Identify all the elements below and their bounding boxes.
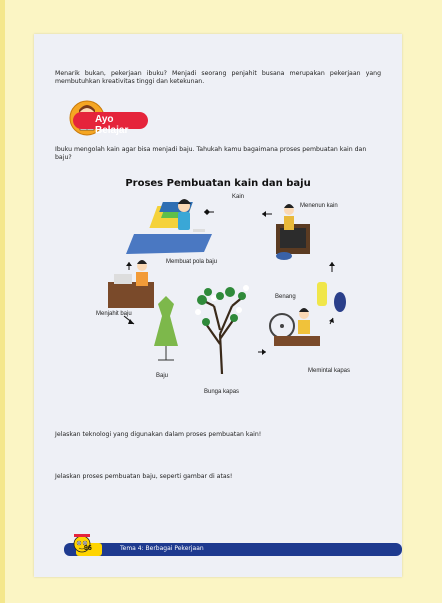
label-menjahit: Menjahit baju <box>96 311 132 317</box>
footer-bar <box>64 543 402 556</box>
label-benang: Benang <box>275 294 296 300</box>
label-bunga-kapas: Bunga kapas <box>204 389 240 395</box>
label-kain: Kain <box>232 194 245 200</box>
dress-illustration <box>154 296 178 361</box>
yarn-illustration <box>317 282 346 312</box>
cotton-tree-illustration <box>195 285 249 375</box>
exercise-question-2: Jelaskan proses pembuatan baju, seperti … <box>55 473 233 480</box>
exercise-question-1: Jelaskan teknologi yang digunakan dalam … <box>55 431 262 438</box>
footer-theme: Tema 4: Berbagai Pekerjaan <box>120 545 204 552</box>
process-diagram <box>108 199 346 375</box>
page-number: 96 <box>84 545 92 552</box>
weaving-illustration <box>276 204 310 260</box>
sewing-illustration <box>108 260 154 308</box>
book-page: Menarik bukan, pekerjaan ibuku? Menjadi … <box>34 34 402 577</box>
label-baju: Baju <box>156 373 169 379</box>
spinning-illustration <box>269 308 320 346</box>
label-membuat-pola: Membuat pola baju <box>166 259 218 265</box>
label-menenun: Menenun kain <box>300 203 338 209</box>
label-memintal: Memintal kapas <box>308 368 351 374</box>
page-frame <box>0 0 5 603</box>
